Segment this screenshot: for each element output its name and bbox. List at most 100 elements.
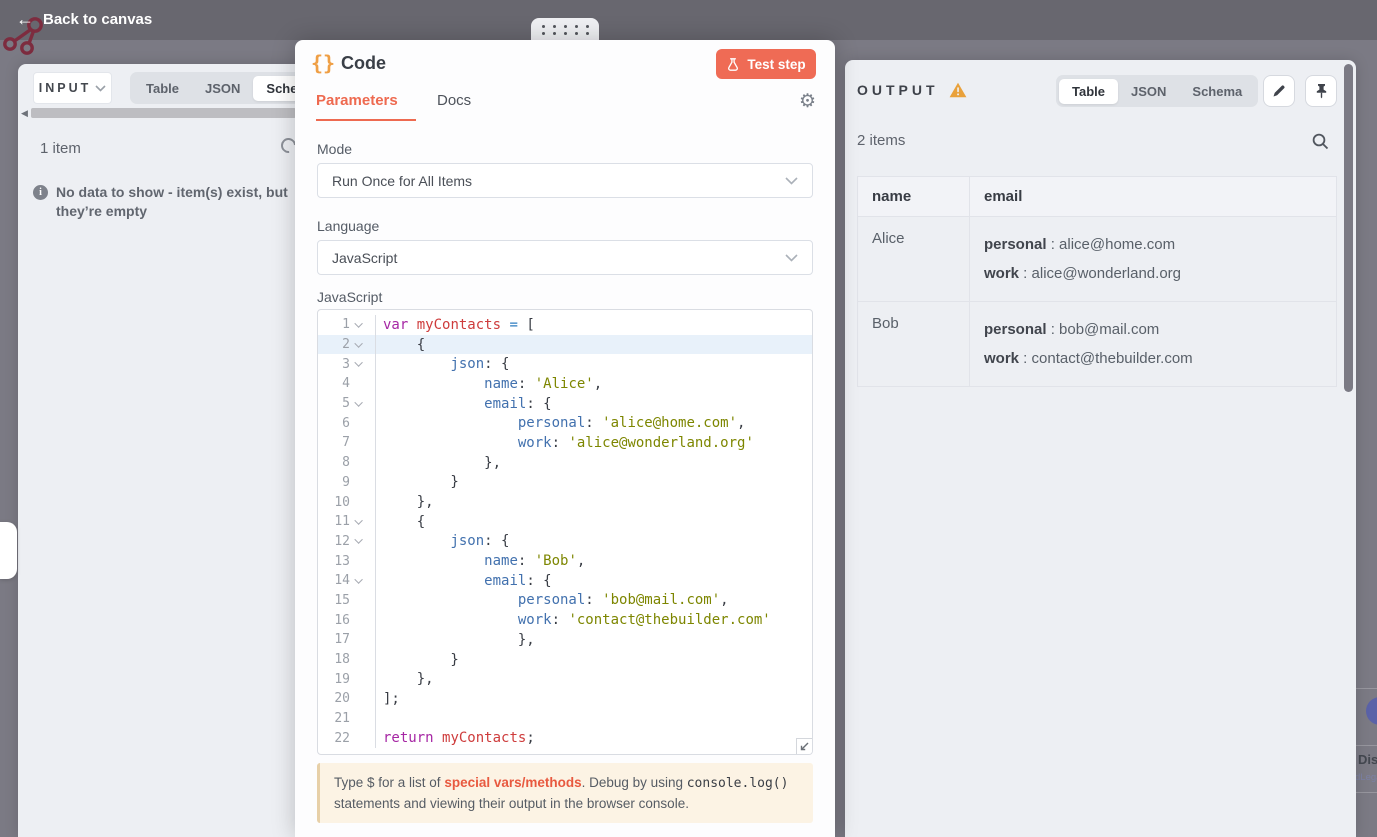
- language-label: Language: [317, 218, 380, 234]
- code-line[interactable]: 15 personal: 'bob@mail.com',: [318, 590, 812, 611]
- code-editor[interactable]: 1 var myContacts = [2 {3 json: {4 name: '…: [317, 309, 813, 755]
- tab-docs[interactable]: Docs: [437, 92, 471, 109]
- test-step-button[interactable]: Test step: [716, 49, 816, 79]
- email-entry: work : alice@wonderland.org: [984, 265, 1181, 282]
- code-line[interactable]: 2 {: [318, 334, 812, 355]
- fold-chevron-icon[interactable]: [350, 358, 370, 368]
- code-text: {: [383, 336, 426, 353]
- code-line[interactable]: 13 name: 'Bob',: [318, 551, 812, 571]
- code-line[interactable]: 10 },: [318, 492, 812, 512]
- code-line[interactable]: 7 work: 'alice@wonderland.org': [318, 433, 812, 453]
- code-line[interactable]: 9 }: [318, 472, 812, 493]
- gutter: 10: [318, 492, 376, 512]
- code-line[interactable]: 18 }: [318, 649, 812, 670]
- code-line[interactable]: 3 json: {: [318, 354, 812, 375]
- fold-chevron-icon[interactable]: [350, 338, 370, 348]
- code-line[interactable]: 21: [318, 708, 812, 729]
- code-line[interactable]: 16 work: 'contact@thebuilder.com': [318, 610, 812, 630]
- scroll-left-arrow-icon[interactable]: ◀: [21, 108, 28, 119]
- canvas-node-sublabel: dLega: [1355, 772, 1377, 783]
- cell-name: Bob: [857, 301, 970, 387]
- language-value: JavaScript: [332, 249, 398, 266]
- mode-select[interactable]: Run Once for All Items: [317, 163, 813, 198]
- line-number: 16: [334, 612, 350, 628]
- gutter: 4: [318, 374, 376, 394]
- fold-chevron-icon[interactable]: [350, 516, 370, 525]
- code-line[interactable]: 14 email: {: [318, 570, 812, 591]
- language-select[interactable]: JavaScript: [317, 240, 813, 275]
- output-view-tabs: Table JSON Schema: [1056, 75, 1259, 107]
- code-line[interactable]: 11 {: [318, 511, 812, 532]
- code-editor-lines: 1 var myContacts = [2 {3 json: {4 name: '…: [318, 315, 812, 749]
- table-row[interactable]: Alice personal : alice@home.com work : ali…: [857, 216, 1337, 302]
- output-table: name email Alice personal : alice@home.com w…: [857, 176, 1337, 387]
- tab-parameters[interactable]: Parameters: [316, 92, 398, 109]
- column-header-name: name: [857, 176, 970, 217]
- fold-chevron-icon[interactable]: [350, 575, 370, 584]
- code-line[interactable]: 6 personal: 'alice@home.com',: [318, 413, 812, 434]
- code-line[interactable]: 22 return myContacts;: [318, 728, 812, 749]
- fold-chevron-icon[interactable]: [350, 397, 370, 407]
- tab-table[interactable]: Table: [133, 76, 192, 101]
- horizontal-scrollbar[interactable]: [31, 108, 296, 118]
- code-line[interactable]: 1 var myContacts = [: [318, 315, 812, 335]
- drag-handle-dots-icon: [541, 24, 589, 35]
- cell-email: personal : bob@mail.com work : contact@th…: [969, 301, 1337, 387]
- editor-label: JavaScript: [317, 289, 383, 305]
- input-selector-dropdown[interactable]: INPUT: [33, 72, 112, 104]
- tab-json[interactable]: JSON: [192, 76, 253, 101]
- gutter: 18: [318, 649, 376, 670]
- code-text: email: {: [484, 395, 552, 412]
- edit-output-button[interactable]: [1263, 75, 1295, 107]
- modal-drag-handle[interactable]: [531, 18, 599, 41]
- code-text: ];: [383, 690, 400, 707]
- line-number: 17: [334, 632, 350, 648]
- pin-icon: [1316, 84, 1326, 99]
- gutter: 22: [318, 728, 376, 749]
- editor-hint-box: Type $ for a list of special vars/method…: [317, 763, 813, 824]
- node-settings-gear-icon[interactable]: ⚙: [799, 90, 816, 113]
- code-line[interactable]: 4 name: 'Alice',: [318, 374, 812, 394]
- chevron-down-icon: [785, 253, 798, 262]
- line-number: 6: [342, 415, 350, 431]
- code-text: email: {: [484, 572, 552, 589]
- code-text: work: 'contact@thebuilder.com': [517, 612, 771, 629]
- vertical-scrollbar-thumb[interactable]: [1344, 64, 1353, 392]
- line-number: 14: [334, 573, 350, 589]
- code-text: },: [383, 454, 502, 471]
- back-to-canvas-label: Back to canvas: [43, 10, 153, 28]
- test-step-label: Test step: [747, 56, 806, 72]
- special-vars-link[interactable]: special vars/methods: [444, 775, 581, 790]
- search-icon[interactable]: [1311, 132, 1330, 156]
- fold-chevron-icon[interactable]: [350, 319, 370, 328]
- code-line[interactable]: 8 },: [318, 452, 812, 473]
- code-line[interactable]: 20];: [318, 689, 812, 709]
- left-panel-handle[interactable]: [0, 522, 17, 579]
- code-line[interactable]: 19 },: [318, 669, 812, 690]
- code-text: json: {: [450, 356, 510, 373]
- canvas-node-border: [1356, 745, 1377, 746]
- table-row[interactable]: Bob personal : bob@mail.com work : contact…: [857, 301, 1337, 387]
- back-to-canvas-button[interactable]: ← Back to canvas: [16, 10, 152, 28]
- output-panel: OUTPUT Table JSON Schema 2 items name email…: [845, 60, 1356, 837]
- code-text: personal: 'alice@home.com',: [517, 415, 746, 432]
- code-line[interactable]: 12 json: {: [318, 531, 812, 552]
- gutter: 6: [318, 413, 376, 434]
- code-text: work: 'alice@wonderland.org': [517, 434, 754, 451]
- gutter: 9: [318, 472, 376, 493]
- line-number: 19: [334, 671, 350, 687]
- code-line[interactable]: 5 email: {: [318, 393, 812, 414]
- tab-json[interactable]: JSON: [1118, 79, 1179, 104]
- line-number: 18: [334, 652, 350, 668]
- gutter: 16: [318, 610, 376, 630]
- tab-table[interactable]: Table: [1059, 78, 1118, 104]
- fold-chevron-icon[interactable]: [350, 535, 370, 545]
- pin-data-button[interactable]: [1305, 75, 1337, 107]
- gutter: 15: [318, 590, 376, 611]
- editor-resize-handle[interactable]: [796, 738, 812, 754]
- gutter: 3: [318, 354, 376, 375]
- line-number: 7: [342, 435, 350, 451]
- gutter: 13: [318, 551, 376, 571]
- code-line[interactable]: 17 },: [318, 630, 812, 650]
- tab-schema[interactable]: Schema: [1179, 79, 1255, 104]
